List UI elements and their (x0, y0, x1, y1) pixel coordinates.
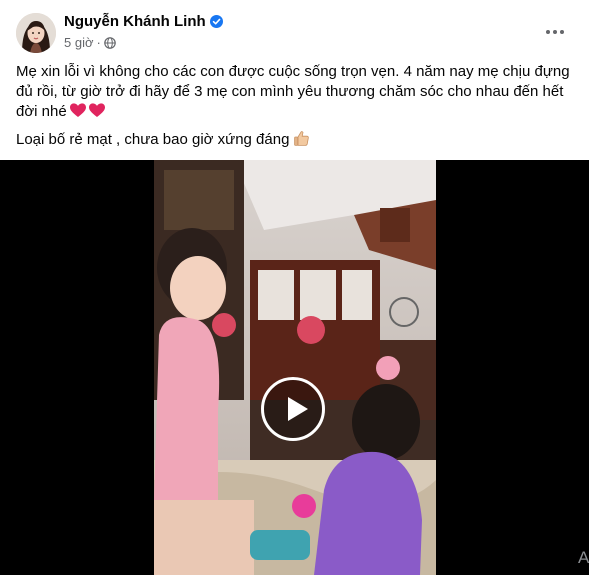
globe-icon[interactable] (104, 37, 116, 49)
cropped-corner-glyph: A (578, 548, 589, 567)
facebook-post: Nguyễn Khánh Linh 5 giờ · Mẹ xin lỗi vì k… (0, 0, 589, 575)
red-heart-icon (69, 103, 86, 117)
play-icon (288, 397, 308, 421)
video-player[interactable] (0, 160, 589, 575)
verified-badge-icon (209, 15, 223, 28)
caption-text-2: Loại bố rẻ mạt , chưa bao giờ xứng đáng (16, 131, 290, 148)
video-frame (154, 160, 436, 575)
caption-paragraph-1: Mẹ xin lỗi vì không cho các con được cuộ… (16, 62, 572, 122)
post-timestamp[interactable]: 5 giờ (64, 35, 94, 50)
red-heart-icon (88, 103, 105, 117)
video-thumbnail (154, 160, 436, 575)
author-avatar[interactable] (16, 13, 56, 53)
avatar-image (16, 13, 56, 53)
author-name-row: Nguyễn Khánh Linh (64, 13, 223, 30)
meta-separator: · (96, 35, 101, 50)
author-name[interactable]: Nguyễn Khánh Linh (64, 13, 206, 30)
play-button[interactable] (261, 377, 325, 441)
post-meta: 5 giờ · (64, 35, 116, 50)
thumbs-up-icon (294, 131, 310, 146)
post-caption: Mẹ xin lỗi vì không cho các con được cuộ… (16, 62, 572, 150)
more-options-button[interactable] (540, 17, 570, 47)
caption-paragraph-2: Loại bố rẻ mạt , chưa bao giờ xứng đáng (16, 130, 572, 150)
more-options-icon (546, 30, 564, 34)
